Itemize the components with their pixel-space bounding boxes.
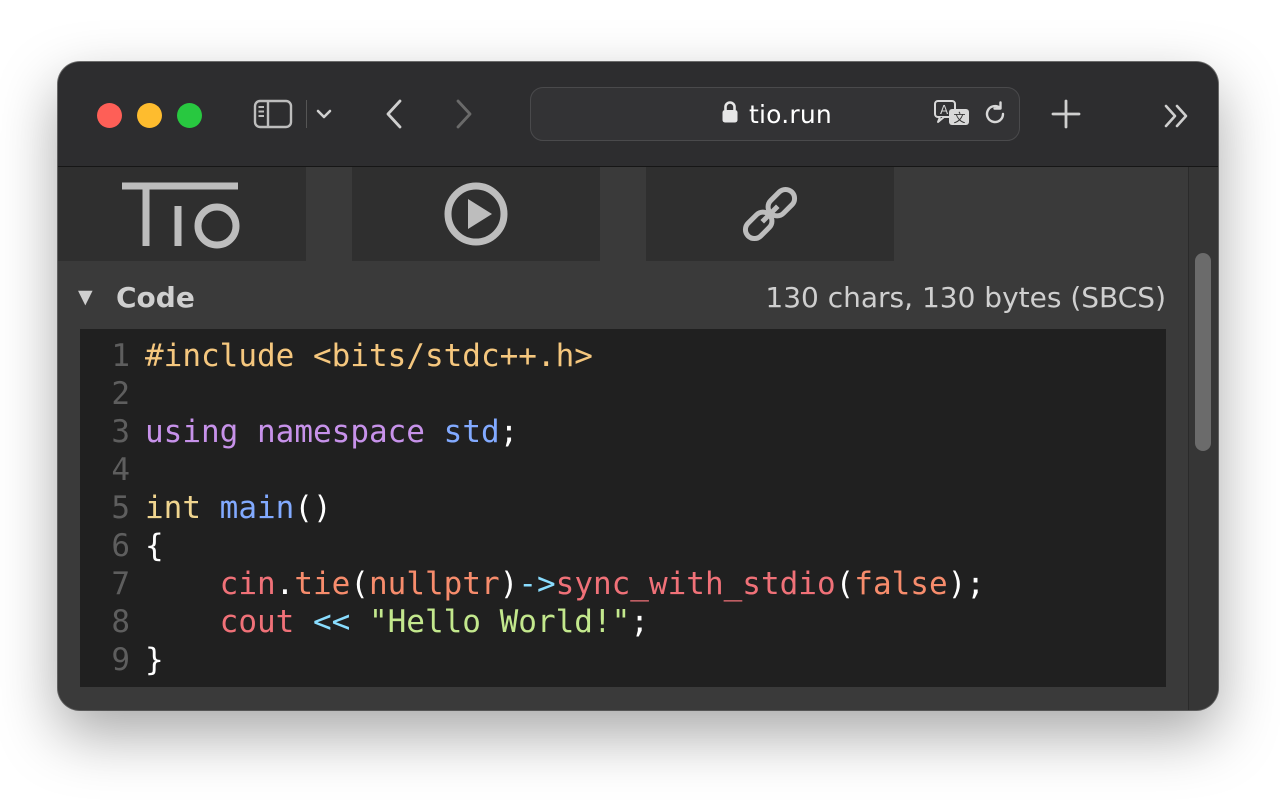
- code-text: {: [145, 528, 164, 564]
- sidebar-icon[interactable]: [252, 97, 294, 131]
- code-token: (: [835, 566, 855, 602]
- browser-toolbar: tio.run A文: [58, 62, 1218, 167]
- code-editor[interactable]: 1 #include <bits/stdc++.h> 2 3 using namespa…: [80, 329, 1166, 687]
- link-icon: [742, 186, 798, 242]
- code-token: int: [145, 490, 201, 526]
- code-text: cout << "Hello World!";: [145, 604, 649, 640]
- code-line: 4: [80, 451, 985, 489]
- svg-text:文: 文: [954, 110, 966, 125]
- code-line: 5 int main(): [80, 489, 985, 527]
- address-bar[interactable]: tio.run A文: [530, 87, 1020, 141]
- code-line: 7 cin.tie(nullptr)->sync_with_stdio(fals…: [80, 565, 985, 603]
- code-token: {: [145, 528, 164, 564]
- run-button[interactable]: [352, 167, 600, 261]
- collapse-caret-icon[interactable]: ▼: [78, 286, 104, 308]
- code-line: 9}: [80, 641, 985, 679]
- line-number: 1: [111, 338, 130, 374]
- play-circle-icon: [444, 182, 508, 246]
- code-token: ): [499, 566, 519, 602]
- code-token: ->: [518, 566, 556, 602]
- code-token: ;: [499, 414, 519, 450]
- chevron-left-icon[interactable]: [378, 96, 410, 132]
- code-text: cin.tie(nullptr)->sync_with_stdio(false)…: [145, 566, 985, 602]
- code-line: 6{: [80, 527, 985, 565]
- code-text: using namespace std;: [145, 414, 518, 450]
- code-line: 3 using namespace std;: [80, 413, 985, 451]
- line-number: 4: [111, 452, 130, 488]
- chevron-down-icon[interactable]: [312, 102, 336, 126]
- line-number: 3: [111, 414, 130, 450]
- line-number: 8: [111, 604, 130, 640]
- code-text: int main(): [145, 490, 332, 526]
- code-token: nullptr: [369, 566, 500, 602]
- code-token: (): [294, 490, 332, 526]
- close-window-button[interactable]: [97, 103, 122, 128]
- code-token: using: [145, 414, 239, 450]
- byte-count: 130 chars, 130 bytes (SBCS): [765, 280, 1166, 314]
- line-number: 7: [111, 566, 130, 602]
- code-lines: 1 #include <bits/stdc++.h> 2 3 using namespa…: [80, 337, 985, 679]
- code-token: main: [219, 490, 295, 526]
- code-token: namespace: [257, 414, 425, 450]
- code-text: }: [145, 642, 164, 678]
- plus-icon[interactable]: [1048, 96, 1084, 132]
- code-token: .: [275, 566, 295, 602]
- permalink-button[interactable]: [646, 167, 894, 261]
- maximize-window-button[interactable]: [177, 103, 202, 128]
- code-line: 1 #include <bits/stdc++.h>: [80, 337, 985, 375]
- lock-icon: [721, 100, 739, 129]
- translate-icon[interactable]: A文: [933, 98, 973, 130]
- code-token: false: [854, 566, 948, 602]
- line-number: 5: [111, 490, 130, 526]
- line-number: 9: [111, 642, 130, 678]
- code-section-title: Code: [116, 280, 195, 314]
- code-token: sync_with_stdio: [555, 566, 836, 602]
- code-token: <<: [312, 604, 351, 640]
- code-token: #include <bits/stdc++.h>: [145, 338, 593, 374]
- code-text: #include <bits/stdc++.h>: [145, 338, 593, 374]
- browser-window: tio.run A文 ▼ Code 130 chars, 130 bytes (…: [58, 62, 1218, 710]
- url-text: tio.run: [749, 99, 832, 129]
- tio-page: ▼ Code 130 chars, 130 bytes (SBCS) 1 #inc…: [58, 167, 1218, 710]
- code-token: std: [443, 414, 500, 450]
- code-token: }: [145, 642, 164, 678]
- toolbar-divider: [306, 100, 307, 128]
- svg-text:A: A: [940, 103, 949, 117]
- code-line: 8 cout << "Hello World!";: [80, 603, 985, 641]
- code-token: (: [350, 566, 369, 602]
- code-section-header[interactable]: ▼ Code 130 chars, 130 bytes (SBCS): [78, 277, 1166, 317]
- double-chevron-right-icon[interactable]: [1160, 100, 1194, 132]
- code-token: "Hello World!": [368, 604, 631, 640]
- url-group: tio.run: [721, 88, 832, 140]
- code-token: );: [947, 566, 985, 602]
- code-token: ;: [630, 604, 649, 640]
- tio-logo-mark: [122, 182, 240, 249]
- reload-icon[interactable]: [981, 100, 1011, 130]
- line-number: 2: [111, 376, 130, 412]
- minimize-window-button[interactable]: [137, 103, 162, 128]
- code-line: 2: [80, 375, 985, 413]
- code-token: tie: [294, 566, 351, 602]
- chevron-right-icon[interactable]: [448, 96, 480, 132]
- code-token: cout: [219, 604, 295, 640]
- tio-home-logo[interactable]: [58, 167, 306, 261]
- scrollbar-thumb[interactable]: [1195, 253, 1211, 451]
- code-token: cin: [219, 566, 276, 602]
- line-number: 6: [111, 528, 130, 564]
